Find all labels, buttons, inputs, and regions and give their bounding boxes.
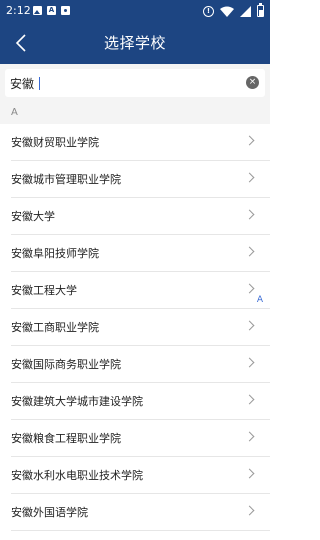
chevron-right-icon	[244, 283, 255, 294]
school-name: 安徽阜阳技师学院	[11, 247, 99, 260]
school-name: 安徽建筑大学城市建设学院	[11, 395, 143, 408]
index-bar-letter[interactable]: A	[257, 295, 263, 305]
chevron-right-icon	[244, 431, 255, 442]
chevron-right-icon	[244, 320, 255, 331]
chevron-right-icon	[244, 246, 255, 257]
section-letter: A	[11, 107, 18, 118]
system-icons: !	[203, 3, 264, 17]
page-title: 选择学校	[103, 34, 166, 52]
chevron-right-icon	[244, 505, 255, 516]
school-row[interactable]: 安徽工商职业学院	[0, 309, 270, 346]
status-time: 2:12	[6, 4, 31, 17]
chevron-right-icon	[244, 209, 255, 220]
school-list: 安徽财贸职业学院 安徽城市管理职业学院 安徽大学 安徽阜阳技师学院 安徽工程大学…	[0, 124, 270, 540]
school-name: 安徽水利水电职业技术学院	[11, 469, 143, 482]
chevron-right-icon	[244, 468, 255, 479]
app-bar: 选择学校	[0, 22, 270, 64]
chevron-right-icon	[244, 357, 255, 368]
row-divider	[11, 530, 270, 531]
notification-icons: A	[33, 6, 70, 16]
school-row[interactable]: 安徽外国语学院	[0, 494, 270, 531]
school-row[interactable]: 安徽工程大学	[0, 272, 270, 309]
school-name: 安徽城市管理职业学院	[11, 173, 121, 186]
school-name: 安徽财贸职业学院	[11, 136, 99, 149]
battery-icon	[257, 3, 264, 17]
school-row[interactable]: 安徽大学	[0, 198, 270, 235]
app-notification-icon	[61, 6, 70, 15]
school-row[interactable]: 安徽财贸职业学院	[0, 124, 270, 161]
search-box: ×	[5, 69, 265, 97]
school-name: 安徽工商职业学院	[11, 321, 99, 334]
chevron-right-icon	[244, 394, 255, 405]
school-row[interactable]: 安徽阜阳技师学院	[0, 235, 270, 272]
school-name: 安徽外国语学院	[11, 506, 88, 519]
text-cursor	[39, 77, 40, 90]
school-name: 安徽工程大学	[11, 284, 77, 297]
section-header: A	[0, 102, 270, 124]
school-row[interactable]: 安徽城市管理职业学院	[0, 161, 270, 198]
signal-icon	[240, 5, 251, 17]
school-name: 安徽大学	[11, 210, 55, 223]
chevron-right-icon	[244, 135, 255, 146]
search-input[interactable]	[10, 73, 235, 93]
school-row[interactable]: 安徽水利水电职业技术学院	[0, 457, 270, 494]
a-notification-icon: A	[47, 6, 56, 15]
school-row[interactable]: 安徽粮食工程职业学院	[0, 420, 270, 457]
status-bar: 2:12 A !	[0, 0, 270, 22]
school-name: 安徽国际商务职业学院	[11, 358, 121, 371]
school-row[interactable]: 安徽建筑大学城市建设学院	[0, 383, 270, 420]
clear-icon[interactable]: ×	[246, 76, 259, 89]
chevron-right-icon	[244, 172, 255, 183]
alert-icon: !	[203, 5, 214, 17]
gallery-notification-icon	[33, 6, 42, 15]
school-row[interactable]: 安徽国际商务职业学院	[0, 346, 270, 383]
search-area: ×	[0, 64, 270, 102]
school-name: 安徽粮食工程职业学院	[11, 432, 121, 445]
wifi-icon	[220, 6, 234, 17]
